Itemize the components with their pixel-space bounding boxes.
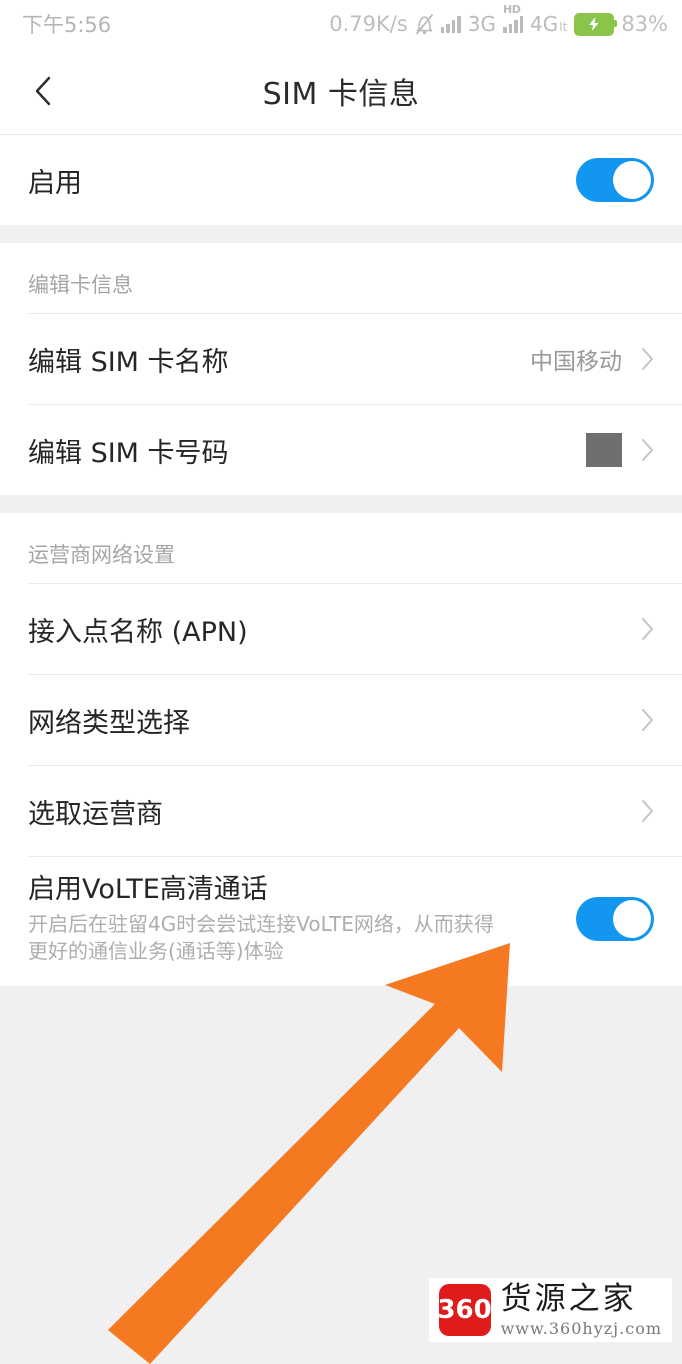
battery-percent-label: 83%: [621, 12, 668, 36]
row-edit-sim-number-redacted-value: [586, 433, 622, 467]
operator-section-label: 运营商网络设置: [0, 513, 682, 583]
section-gap-1: [0, 225, 682, 243]
row-edit-sim-number-label: 编辑 SIM 卡号码: [28, 437, 229, 469]
watermark-text: 货源之家 www.360hyzj.com: [500, 1281, 662, 1339]
row-volte[interactable]: 启用VoLTE高清通话 开启后在驻留4G时会尝试连接VoLTE网络，从而获得更好…: [0, 857, 682, 986]
watermark-url: www.360hyzj.com: [500, 1319, 662, 1338]
volte-title: 启用VoLTE高清通话: [28, 874, 268, 905]
watermark: 360 货源之家 www.360hyzj.com: [428, 1278, 672, 1342]
chevron-right-icon: [640, 617, 654, 641]
settings-content: 启用 编辑卡信息 编辑 SIM 卡名称 中国移动 编辑 SIM 卡号码 运营商网…: [0, 135, 682, 986]
network-type-2-label: 4Glt: [530, 12, 568, 36]
battery-charging-icon: [574, 12, 618, 36]
section-gap-2: [0, 495, 682, 513]
card-info-section-label: 编辑卡信息: [0, 243, 682, 313]
network-type-2-sub: lt: [559, 20, 568, 34]
network-type-1-label: 3G: [467, 12, 497, 36]
chevron-right-icon: [640, 347, 654, 371]
status-icons: 0.79K/s 3G HD 4Glt 83%: [329, 3, 668, 36]
row-edit-sim-name-label: 编辑 SIM 卡名称: [28, 346, 229, 378]
row-select-operator[interactable]: 选取运营商: [0, 766, 682, 856]
row-edit-sim-number[interactable]: 编辑 SIM 卡号码: [0, 405, 682, 495]
volte-text-block: 启用VoLTE高清通话 开启后在驻留4G时会尝试连接VoLTE网络，从而获得更好…: [28, 873, 498, 966]
volte-toggle[interactable]: [576, 897, 654, 942]
row-edit-sim-name[interactable]: 编辑 SIM 卡名称 中国移动: [0, 314, 682, 404]
row-apn-label: 接入点名称 (APN): [28, 616, 248, 648]
status-time: 下午5:56: [22, 13, 112, 37]
bell-off-icon: [415, 13, 434, 35]
status-bar: 下午5:56 0.79K/s 3G HD 4Glt 83%: [0, 0, 682, 48]
hd-label: HD: [503, 3, 521, 16]
page-title: SIM 卡信息: [262, 77, 420, 112]
operator-network-section: 运营商网络设置 接入点名称 (APN) 网络类型选择 选取运营商 启用VoLTE…: [0, 513, 682, 986]
row-select-operator-label: 选取运营商: [28, 798, 163, 830]
chevron-right-icon: [640, 708, 654, 732]
row-enable-label: 启用: [28, 167, 82, 199]
row-network-type-label: 网络类型选择: [28, 707, 190, 739]
volte-toggle-knob: [613, 900, 651, 939]
volte-description: 开启后在驻留4G时会尝试连接VoLTE网络，从而获得更好的通信业务(通话等)体验: [28, 911, 494, 964]
row-apn[interactable]: 接入点名称 (APN): [0, 584, 682, 674]
network-speed-label: 0.79K/s: [329, 12, 408, 36]
signal-bars-icon-2: HD: [503, 3, 524, 33]
card-info-section: 编辑卡信息 编辑 SIM 卡名称 中国移动 编辑 SIM 卡号码: [0, 243, 682, 495]
watermark-site-name: 货源之家: [500, 1281, 637, 1317]
enable-toggle[interactable]: [576, 158, 654, 202]
signal-bars-icon-1: [440, 15, 461, 33]
app-bar: SIM 卡信息: [0, 48, 682, 134]
chevron-right-icon: [640, 438, 654, 462]
phone-screen: 下午5:56 0.79K/s 3G HD 4Glt 83% SIM 卡信息 启用…: [0, 0, 682, 1364]
watermark-badge: 360: [437, 1284, 492, 1336]
chevron-right-icon: [640, 799, 654, 823]
enable-card: 启用: [0, 135, 682, 225]
row-network-type[interactable]: 网络类型选择: [0, 675, 682, 765]
enable-toggle-knob: [613, 161, 651, 199]
row-enable[interactable]: 启用: [0, 135, 682, 225]
row-edit-sim-name-value: 中国移动: [530, 349, 622, 375]
